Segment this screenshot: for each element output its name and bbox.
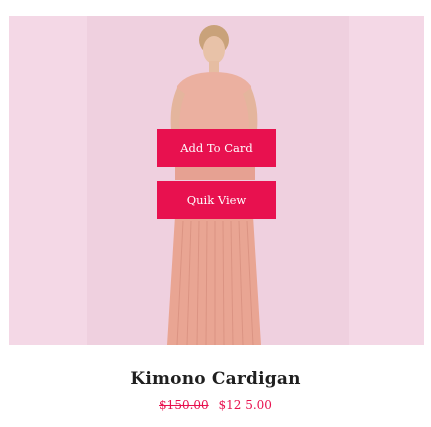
product-card: Add To Card Quik View Kimono Cardigan $1… <box>0 0 431 427</box>
sale-price: $12 5.00 <box>218 398 272 412</box>
product-image[interactable]: Add To Card Quik View <box>9 16 424 345</box>
add-to-cart-button[interactable]: Add To Card <box>157 129 276 167</box>
product-title[interactable]: Kimono Cardigan <box>0 369 431 389</box>
original-price: $150.00 <box>159 398 209 412</box>
quick-view-button[interactable]: Quik View <box>157 181 276 219</box>
price-row: $150.00 $12 5.00 <box>0 398 431 412</box>
